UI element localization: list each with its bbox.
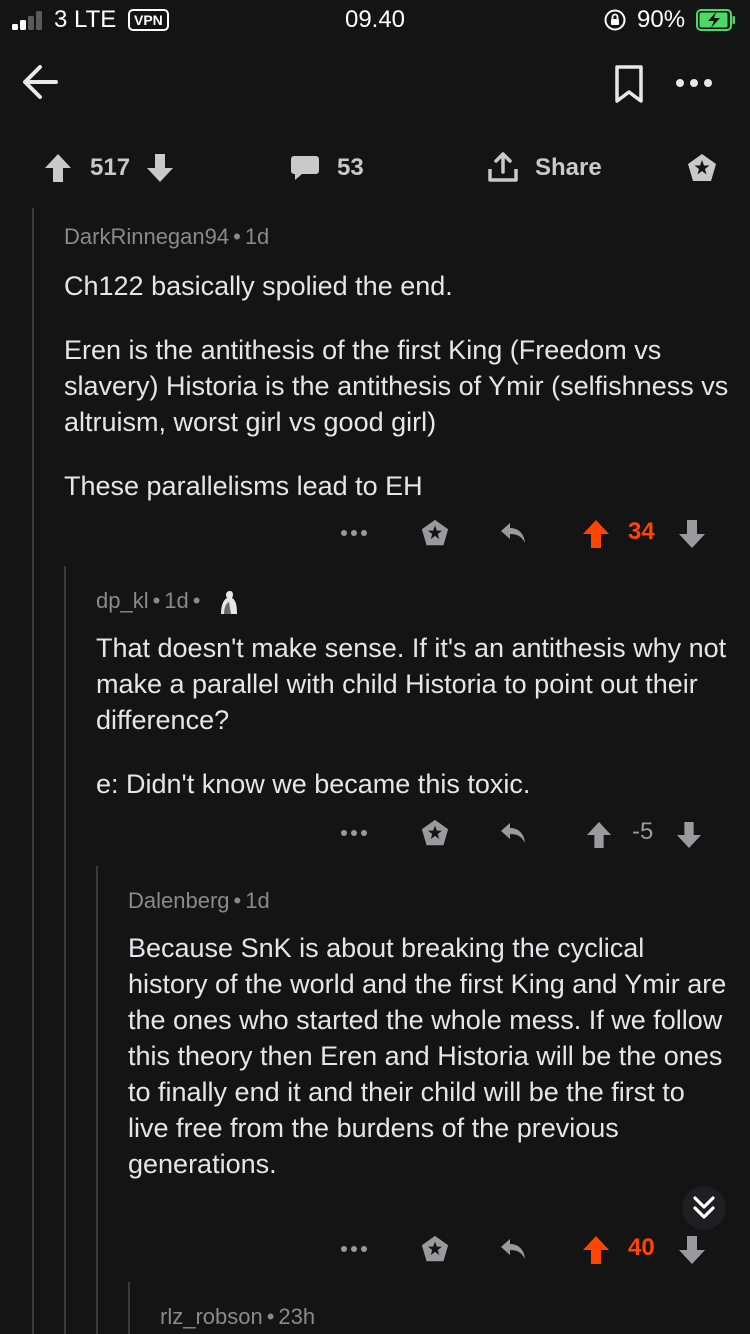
upvote-icon[interactable] (44, 152, 72, 184)
comment-meta: rlz_robson • 23h (160, 1304, 316, 1329)
award-icon[interactable] (686, 152, 718, 184)
reply-icon[interactable] (498, 820, 528, 846)
comment-author[interactable]: dp_kl (96, 588, 149, 613)
upvote-icon[interactable] (586, 820, 612, 850)
more-icon[interactable] (672, 68, 716, 98)
award-icon[interactable] (420, 818, 450, 848)
downvote-icon[interactable] (146, 152, 174, 184)
post-score: 517 (90, 154, 131, 181)
comment-paragraph: These parallelisms lead to EH (64, 471, 423, 501)
battery-percent: 90% (637, 6, 686, 33)
orientation-lock-icon (604, 9, 626, 31)
downvote-icon[interactable] (678, 1234, 706, 1266)
upvote-icon[interactable] (582, 518, 610, 550)
comment-actions: 34 (330, 514, 720, 554)
share-button[interactable]: Share (535, 154, 602, 182)
comment-meta: Dalenberg • 1d (128, 888, 270, 913)
comment-paragraph: e: Didn't know we became this toxic. (96, 769, 531, 800)
comment: dp_kl • 1d • That doesn't make sense. If it… (96, 588, 736, 802)
post-action-bar: 517 53 Share (0, 138, 750, 198)
scroll-next-comment-button[interactable] (682, 1186, 726, 1230)
downvote-icon[interactable] (678, 518, 706, 550)
more-icon[interactable] (340, 528, 368, 538)
comment-icon[interactable] (290, 154, 320, 182)
comment-age: 1d (164, 588, 189, 613)
bookmark-icon[interactable] (612, 64, 646, 104)
comment: DarkRinnegan94 • 1d Ch122 basically spolie… (64, 224, 734, 504)
share-icon[interactable] (487, 150, 519, 184)
award-icon[interactable] (420, 518, 450, 548)
comment-score: -5 (632, 818, 654, 845)
thread-line-level-1[interactable] (32, 208, 34, 1334)
comment-actions: 40 (330, 1230, 720, 1270)
comment-paragraph: That doesn't make sense. If it's an anti… (96, 633, 727, 736)
comment-meta: dp_kl • 1d • (96, 588, 736, 617)
comment-body: Ch122 basically spolied the end. Eren is… (64, 268, 734, 504)
scroll-down-icon (693, 1196, 715, 1219)
comment-author[interactable]: DarkRinnegan94 (64, 224, 229, 249)
upvote-icon[interactable] (582, 1234, 610, 1266)
comment-age: 1d (245, 888, 270, 913)
comment-body: That doesn't make sense. If it's an anti… (96, 630, 736, 802)
comment-paragraph: Because SnK is about breaking the cyclic… (128, 933, 727, 1179)
downvote-icon[interactable] (676, 820, 702, 850)
comment-paragraph: Eren is the antithesis of the first King… (64, 335, 729, 437)
battery-charging-icon (696, 9, 735, 31)
comment-meta: DarkRinnegan94 • 1d (64, 224, 270, 249)
reply-icon[interactable] (498, 520, 528, 546)
thread-line-level-2[interactable] (64, 566, 66, 1334)
award-icon[interactable] (420, 1234, 450, 1264)
comment-count: 53 (337, 154, 364, 181)
comment: rlz_robson • 23h (160, 1304, 720, 1330)
comment-age: 1d (244, 224, 270, 249)
reply-icon[interactable] (498, 1236, 528, 1262)
status-bar: 3 LTE VPN 09.40 90% (0, 0, 750, 40)
comment-author[interactable]: rlz_robson (160, 1304, 263, 1329)
comment-paragraph: Ch122 basically spolied the end. (64, 271, 453, 301)
user-flair-image (212, 588, 241, 617)
more-icon[interactable] (340, 828, 368, 838)
more-icon[interactable] (340, 1244, 368, 1254)
thread-line-level-3[interactable] (96, 866, 98, 1334)
comment-score: 40 (628, 1234, 655, 1261)
comment-score: 34 (628, 518, 655, 545)
thread-line-level-4[interactable] (128, 1282, 130, 1334)
comment-body: Because SnK is about breaking the cyclic… (128, 930, 728, 1182)
comment-author[interactable]: Dalenberg (128, 888, 230, 913)
comment: Dalenberg • 1d Because SnK is about breaki… (128, 888, 728, 1182)
comment-actions: -5 (330, 814, 720, 854)
back-arrow-icon[interactable] (20, 62, 60, 102)
comment-age: 23h (278, 1304, 316, 1329)
